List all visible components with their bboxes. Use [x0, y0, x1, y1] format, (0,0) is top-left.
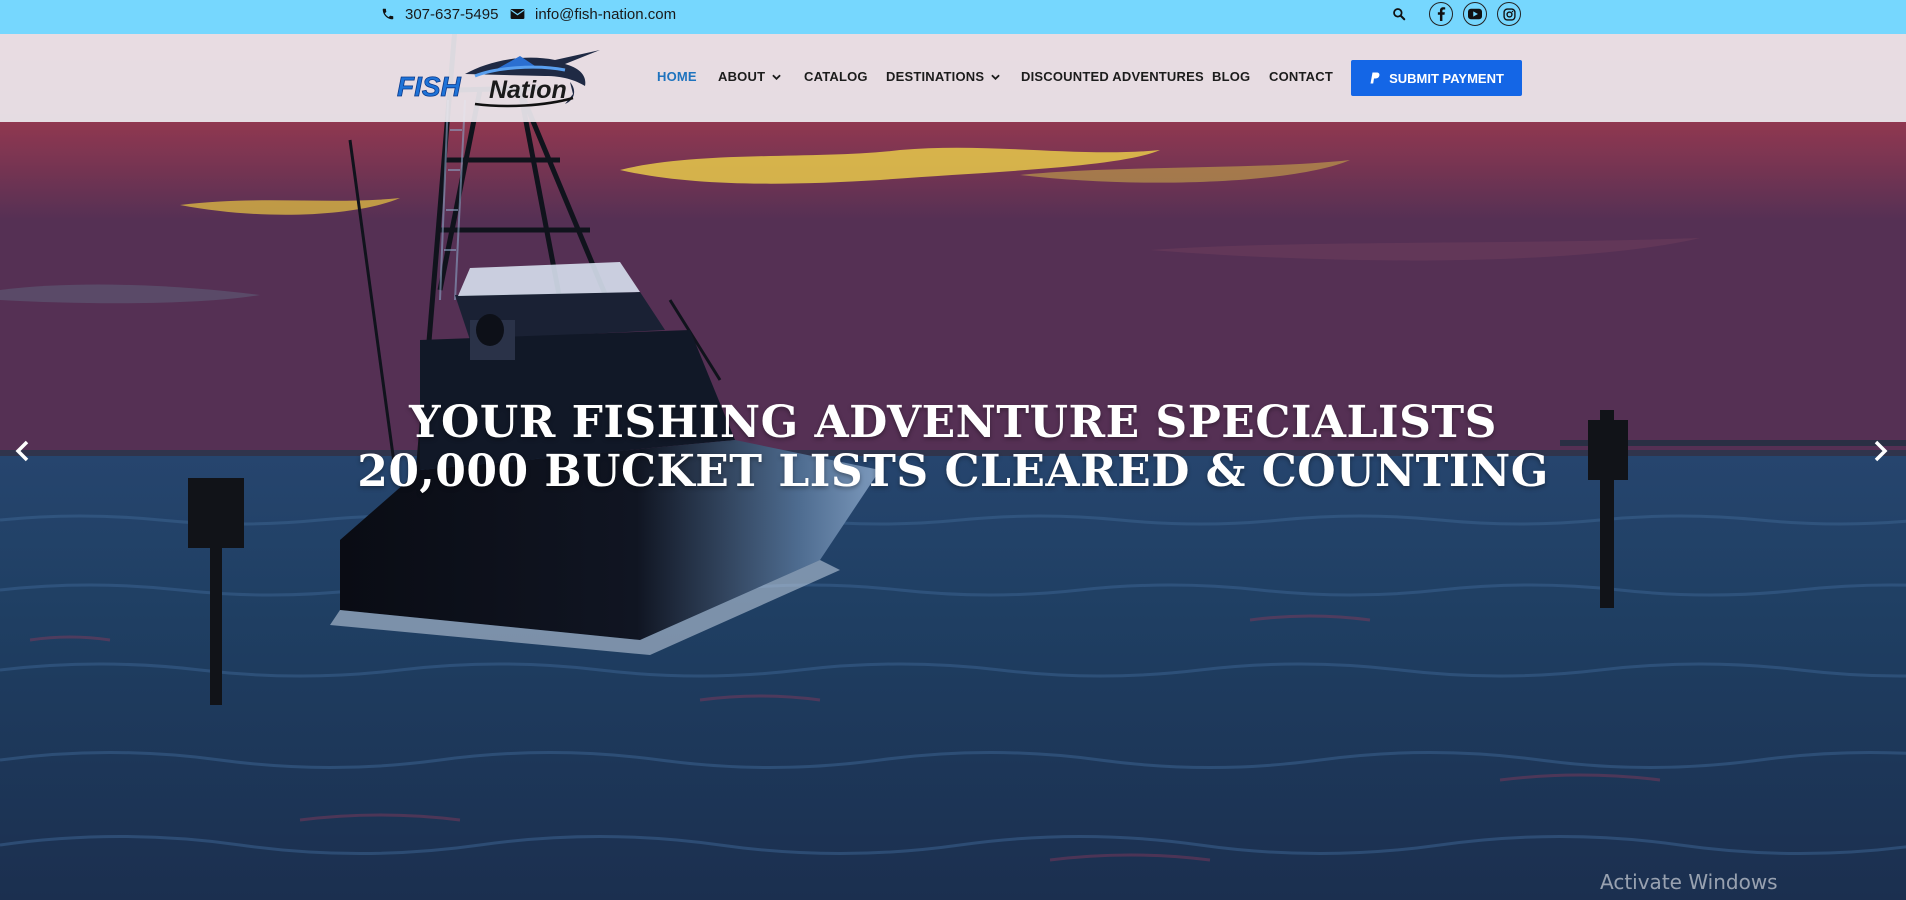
- nav-contact[interactable]: CONTACT: [1269, 69, 1333, 84]
- chevron-left-icon: [15, 440, 29, 462]
- hero-slider: YOUR FISHING ADVENTURE SPECIALISTS 20,00…: [0, 0, 1906, 900]
- nav-catalog-label: CATALOG: [804, 69, 868, 84]
- nav-about[interactable]: ABOUT: [718, 69, 781, 84]
- nav-destinations[interactable]: DESTINATIONS: [886, 69, 1000, 84]
- chevron-down-icon: [991, 74, 1000, 80]
- instagram-link[interactable]: [1497, 2, 1521, 26]
- svg-text:Nation: Nation: [489, 76, 567, 104]
- slider-next-button[interactable]: [1868, 437, 1892, 465]
- nav-discounted-adventures-label: DISCOUNTED ADVENTURES: [1021, 69, 1204, 84]
- phone-contact[interactable]: 307-637-5495: [381, 0, 498, 28]
- nav-home[interactable]: HOME: [657, 69, 697, 84]
- nav-catalog[interactable]: CATALOG: [804, 69, 868, 84]
- youtube-icon: [1468, 8, 1482, 20]
- phone-icon: [382, 8, 394, 20]
- nav-discounted-adventures[interactable]: DISCOUNTED ADVENTURES: [1021, 69, 1204, 84]
- slider-prev-button[interactable]: [11, 437, 35, 465]
- envelope-icon: [510, 9, 525, 19]
- facebook-icon: [1437, 7, 1446, 21]
- top-contact-bar: 307-637-5495 info@fish-nation.com: [0, 0, 1906, 34]
- nav-home-label: HOME: [657, 69, 697, 84]
- instagram-icon: [1502, 7, 1516, 21]
- hero-headline-line-1: YOUR FISHING ADVENTURE SPECIALISTS: [409, 397, 1497, 448]
- email-address: info@fish-nation.com: [535, 5, 677, 23]
- fish-nation-logo: FISH Nation: [397, 50, 600, 108]
- chevron-down-icon: [772, 74, 781, 80]
- submit-payment-button[interactable]: SUBMIT PAYMENT: [1351, 60, 1522, 96]
- nav-blog-label: BLOG: [1212, 69, 1251, 84]
- nav-destinations-label: DESTINATIONS: [886, 69, 985, 84]
- svg-text:FISH: FISH: [397, 71, 462, 102]
- nav-about-label: ABOUT: [718, 69, 766, 84]
- hero-headline: YOUR FISHING ADVENTURE SPECIALISTS 20,00…: [0, 398, 1906, 496]
- chevron-right-icon: [1874, 440, 1888, 462]
- hero-headline-line-2: 20,000 BUCKET LISTS CLEARED & COUNTING: [357, 446, 1549, 497]
- youtube-link[interactable]: [1463, 2, 1487, 26]
- email-contact[interactable]: info@fish-nation.com: [510, 0, 676, 28]
- search-icon: [1393, 8, 1406, 21]
- search-button[interactable]: [1392, 7, 1406, 21]
- phone-number: 307-637-5495: [405, 5, 499, 23]
- nav-contact-label: CONTACT: [1269, 69, 1333, 84]
- site-header: FISH Nation HOME ABOUT CATALOG DESTINATI…: [0, 34, 1906, 122]
- activate-windows-watermark: Activate Windows: [1600, 870, 1778, 894]
- submit-payment-label: SUBMIT PAYMENT: [1389, 70, 1504, 86]
- nav-blog[interactable]: BLOG: [1212, 69, 1250, 84]
- site-logo[interactable]: FISH Nation: [395, 46, 600, 112]
- facebook-link[interactable]: [1429, 2, 1453, 26]
- paypal-icon: [1370, 72, 1380, 84]
